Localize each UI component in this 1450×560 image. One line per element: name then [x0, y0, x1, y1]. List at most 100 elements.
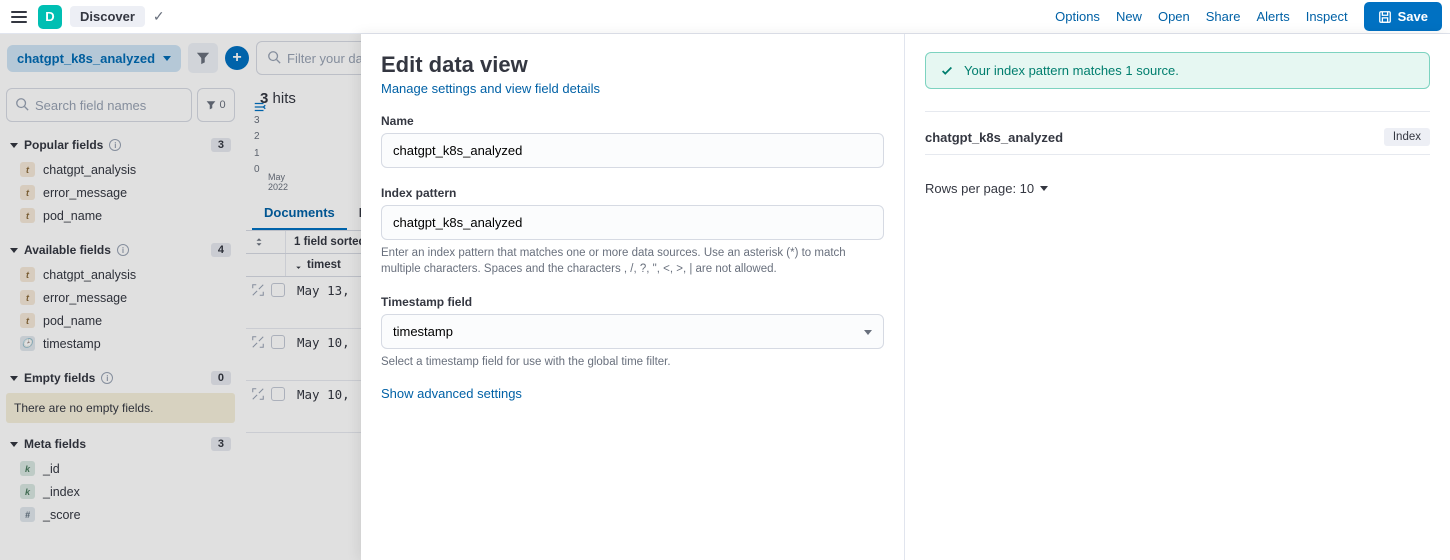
search-icon — [267, 50, 281, 67]
app-icon: D — [38, 5, 62, 29]
header-link-alerts[interactable]: Alerts — [1256, 9, 1289, 24]
field-search-input[interactable]: Search field names — [6, 88, 192, 122]
row-timestamp: May 10, — [285, 335, 350, 350]
section-label: Available fields — [24, 243, 111, 257]
rows-per-page-label: Rows per page: 10 — [925, 181, 1034, 196]
field-type-text-icon: t — [20, 267, 35, 282]
search-icon — [15, 97, 29, 114]
success-callout: Your index pattern matches 1 source. — [925, 52, 1430, 89]
rows-per-page-selector[interactable]: Rows per page: 10 — [925, 181, 1430, 196]
chevron-down-icon — [10, 248, 18, 253]
query-bar[interactable]: Filter your data u — [256, 41, 376, 75]
field-name: error_message — [43, 291, 127, 305]
field-item[interactable]: t error_message — [6, 286, 235, 309]
field-item[interactable]: 🕑 timestamp — [6, 332, 235, 355]
field-item[interactable]: #_score — [6, 503, 235, 526]
field-item[interactable]: t pod_name — [6, 204, 235, 227]
field-type-text-icon: t — [20, 162, 35, 177]
row-checkbox[interactable] — [271, 283, 285, 297]
edit-data-view-flyout: Edit data view Manage settings and view … — [361, 34, 1450, 560]
header-link-open[interactable]: Open — [1158, 9, 1190, 24]
index-badge: Index — [1384, 128, 1430, 146]
field-search-placeholder: Search field names — [35, 98, 146, 113]
field-filter-button[interactable]: 0 — [197, 88, 235, 122]
section-available[interactable]: Available fields i 4 — [6, 237, 235, 263]
breadcrumb[interactable]: Discover — [70, 6, 145, 27]
field-type-text-icon: t — [20, 290, 35, 305]
success-message: Your index pattern matches 1 source. — [964, 63, 1179, 78]
grid-controls-col — [246, 254, 286, 276]
field-type-keyword-icon: k — [20, 484, 35, 499]
expand-icon[interactable] — [251, 283, 265, 297]
field-name: pod_name — [43, 314, 102, 328]
row-checkbox[interactable] — [271, 335, 285, 349]
save-button[interactable]: Save — [1364, 2, 1442, 31]
header-link-share[interactable]: Share — [1206, 9, 1241, 24]
empty-fields-message: There are no empty fields. — [6, 393, 235, 423]
timestamp-field-label: Timestamp field — [381, 295, 884, 309]
section-popular[interactable]: Popular fields i 3 — [6, 132, 235, 158]
flyout-title: Edit data view — [381, 52, 884, 78]
chevron-down-icon — [10, 442, 18, 447]
tab-documents[interactable]: Documents — [252, 197, 347, 230]
field-type-keyword-icon: k — [20, 461, 35, 476]
advanced-settings-link[interactable]: Show advanced settings — [381, 386, 522, 401]
field-type-text-icon: t — [20, 208, 35, 223]
menu-icon[interactable] — [8, 6, 30, 28]
chevron-down-icon — [10, 376, 18, 381]
field-type-date-icon: 🕑 — [20, 336, 35, 351]
section-label: Empty fields — [24, 371, 95, 385]
matched-source-name: chatgpt_k8s_analyzed — [925, 130, 1063, 145]
info-icon: i — [101, 372, 113, 384]
header-link-new[interactable]: New — [1116, 9, 1142, 24]
field-name: chatgpt_analysis — [43, 268, 136, 282]
data-view-selector[interactable]: chatgpt_k8s_analyzed — [7, 45, 181, 72]
field-item[interactable]: t pod_name — [6, 309, 235, 332]
data-view-label: chatgpt_k8s_analyzed — [17, 51, 155, 66]
filter-button[interactable] — [188, 43, 218, 73]
index-pattern-help: Enter an index pattern that matches one … — [381, 245, 884, 277]
section-meta[interactable]: Meta fields 3 — [6, 431, 235, 457]
manage-settings-link[interactable]: Manage settings and view field details — [381, 81, 884, 96]
field-item[interactable]: k _index — [6, 480, 235, 503]
section-count: 3 — [211, 138, 231, 152]
expand-icon[interactable] — [251, 335, 265, 349]
saved-check-icon: ✓ — [153, 8, 165, 25]
section-count: 0 — [211, 371, 231, 385]
field-item[interactable]: k_id — [6, 457, 235, 480]
name-label: Name — [381, 114, 884, 128]
row-checkbox[interactable] — [271, 387, 285, 401]
index-pattern-label: Index pattern — [381, 186, 884, 200]
name-input[interactable] — [381, 133, 884, 168]
header-link-inspect[interactable]: Inspect — [1306, 9, 1348, 24]
check-icon — [940, 64, 954, 78]
field-name: pod_name — [43, 209, 102, 223]
field-type-text-icon: t — [20, 313, 35, 328]
chevron-down-icon — [10, 143, 18, 148]
field-item[interactable]: t chatgpt_analysis — [6, 263, 235, 286]
field-type-text-icon: t — [20, 185, 35, 200]
header-link-options[interactable]: Options — [1055, 9, 1100, 24]
field-type-number-icon: # — [20, 507, 35, 522]
row-timestamp: May 13, — [285, 283, 350, 298]
field-item[interactable]: t chatgpt_analysis — [6, 158, 235, 181]
timestamp-field-select[interactable] — [381, 314, 884, 349]
chart-y-tick: 0 — [254, 164, 260, 175]
field-name: error_message — [43, 186, 127, 200]
section-label: Meta fields — [24, 437, 86, 451]
field-filter-count: 0 — [219, 99, 225, 111]
expand-icon[interactable] — [251, 387, 265, 401]
field-name: chatgpt_analysis — [43, 163, 136, 177]
chart-y-tick: 1 — [254, 148, 260, 159]
add-filter-button[interactable]: + — [225, 46, 249, 70]
section-count: 3 — [211, 437, 231, 451]
matched-source-row: chatgpt_k8s_analyzed Index — [925, 120, 1430, 155]
field-item[interactable]: t error_message — [6, 181, 235, 204]
save-button-label: Save — [1398, 9, 1428, 24]
section-empty[interactable]: Empty fields i 0 — [6, 365, 235, 391]
field-name: _index — [43, 485, 80, 499]
field-name: timestamp — [43, 337, 101, 351]
save-icon — [1378, 10, 1392, 24]
index-pattern-input[interactable] — [381, 205, 884, 240]
row-timestamp: May 10, — [285, 387, 350, 402]
